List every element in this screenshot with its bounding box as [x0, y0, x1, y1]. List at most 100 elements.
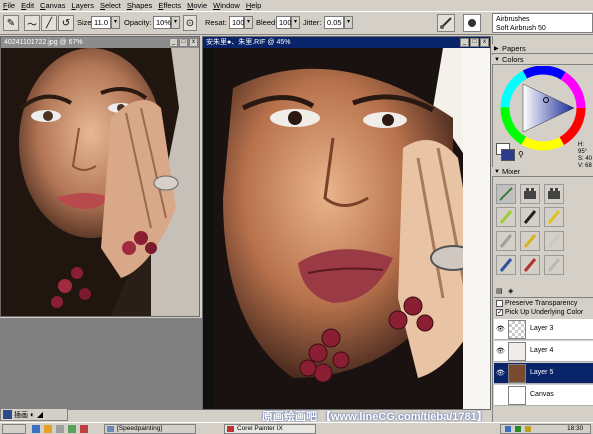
reference-photo [1, 48, 199, 316]
primary-color-swatch[interactable] [501, 149, 515, 161]
stylus-icon[interactable]: ⊙ [183, 15, 197, 31]
resat-dropdown[interactable]: ▾ [244, 16, 253, 29]
opacity-field[interactable]: 10% [153, 16, 171, 29]
stroke-type-straight-icon[interactable]: ╱ [41, 15, 57, 31]
papers-palette-header[interactable]: ▶ Papers [492, 44, 593, 54]
mixer-pencil-black-icon[interactable] [520, 207, 540, 227]
mixer-pencil-blue-icon[interactable] [496, 255, 516, 275]
maximize-icon[interactable]: □ [179, 38, 188, 47]
eye-icon[interactable] [496, 391, 505, 400]
pick-up-underlying-checkbox[interactable]: ✓ [496, 309, 503, 316]
moon-icon[interactable]: ◐ [30, 410, 35, 419]
opacity-dropdown[interactable]: ▾ [171, 16, 180, 29]
expand-arrow-icon: ▼ [494, 57, 500, 63]
size-dropdown[interactable]: ▾ [111, 16, 120, 29]
quicklaunch-folder-icon[interactable] [44, 425, 52, 433]
menu-movie[interactable]: Movie [184, 0, 210, 11]
mixer-pencil-grey-icon[interactable] [496, 231, 516, 251]
layer-thumbnail [508, 320, 526, 339]
colors-palette-header[interactable]: ▼ Colors [492, 55, 593, 65]
size-field[interactable]: 11.0 [91, 16, 111, 29]
mixer-mix-color-icon[interactable] [544, 184, 564, 204]
bleed-dropdown[interactable]: ▾ [291, 16, 300, 29]
expand-arrow-icon: ▼ [494, 169, 500, 175]
mixer-pencil-silver-icon[interactable] [544, 231, 564, 251]
quicklaunch-desktop-icon[interactable] [56, 425, 64, 433]
menu-window[interactable]: Window [210, 0, 243, 11]
layer-row[interactable]: 👁 Layer 4 [494, 341, 593, 362]
stroke-type-freehand-icon[interactable]: 〜 [24, 15, 40, 31]
painting-window-title[interactable]: 安朱里●、朱里.RIF @ 45% [203, 37, 490, 48]
menu-bar: File Edit Canvas Layers Select Shapes Ef… [0, 0, 593, 11]
mixer-dirty-brush-icon[interactable] [496, 184, 516, 204]
clone-color-icon[interactable]: ⚲ [518, 150, 528, 160]
layer-thumbnail [508, 386, 526, 405]
mixer-palette-header[interactable]: ▼ Mixer [492, 167, 593, 177]
eye-icon[interactable]: 👁 [496, 347, 505, 356]
mixer-apply-color-icon[interactable] [520, 184, 540, 204]
mixer-pencil-gold-icon[interactable] [520, 231, 540, 251]
menu-help[interactable]: Help [243, 0, 264, 11]
status-icon [3, 410, 12, 419]
bleed-field[interactable]: 100 [276, 16, 292, 29]
pick-up-underlying-label: Pick Up Underlying Color [505, 309, 584, 316]
quicklaunch-app2-icon[interactable] [80, 425, 88, 433]
menu-canvas[interactable]: Canvas [37, 0, 68, 11]
maximize-icon[interactable]: □ [470, 38, 479, 47]
reset-tool-icon[interactable]: ↺ [58, 15, 74, 31]
clock[interactable]: 18:30 [567, 425, 583, 433]
tray-volume-icon[interactable] [515, 426, 521, 432]
status-label: 插画 [14, 411, 28, 419]
mixer-pencil-red-icon[interactable] [520, 255, 540, 275]
layer-name: Layer 4 [530, 347, 554, 354]
menu-file[interactable]: File [0, 0, 18, 11]
mixer-pencil-green-icon[interactable] [496, 207, 516, 227]
jitter-label: Jitter: [303, 18, 322, 27]
layers-toolbar: ▤ ◈ [494, 286, 593, 298]
close-icon[interactable]: x [189, 38, 198, 47]
quicklaunch-app-icon[interactable] [68, 425, 76, 433]
tray-app-icon[interactable] [525, 426, 531, 432]
close-icon[interactable]: x [480, 38, 489, 47]
preserve-transparency-option[interactable]: Preserve Transparency [496, 300, 577, 307]
reference-image-window: 40241101722.jpg @ 67% _ □ x [0, 36, 200, 317]
menu-effects[interactable]: Effects [155, 0, 184, 11]
brush-dab-preview-icon[interactable] [463, 14, 481, 32]
resat-field[interactable]: 100 [229, 16, 245, 29]
jitter-field[interactable]: 0.05 [324, 16, 344, 29]
pick-up-underlying-option[interactable]: ✓ Pick Up Underlying Color [496, 309, 583, 316]
quicklaunch-ie-icon[interactable] [32, 425, 40, 433]
tray-network-icon[interactable] [505, 426, 511, 432]
menu-shapes[interactable]: Shapes [124, 0, 155, 11]
lock-icon[interactable]: ◢ [37, 410, 43, 419]
brush-variant-name: Soft Airbrush 50 [496, 25, 546, 32]
start-button[interactable] [2, 424, 26, 434]
layer-dynamic-plugins-icon[interactable]: ◈ [508, 287, 518, 296]
jitter-dropdown[interactable]: ▾ [344, 16, 353, 29]
brush-selector[interactable]: Airbrushes Soft Airbrush 50 [492, 13, 593, 33]
menu-edit[interactable]: Edit [18, 0, 37, 11]
mixer-pencil-lightgrey-icon[interactable] [544, 255, 564, 275]
mixer-pencil-yellow-icon[interactable] [544, 207, 564, 227]
layer-row[interactable]: 👁 Layer 3 [494, 319, 593, 340]
status-panel: 插画 ◐ ◢ [0, 408, 68, 421]
menu-select[interactable]: Select [97, 0, 124, 11]
brush-category-icon[interactable] [437, 14, 455, 32]
collapse-arrow-icon: ▶ [494, 46, 499, 52]
layer-commands-icon[interactable]: ▤ [496, 287, 506, 296]
window-icon [107, 426, 114, 432]
eye-icon[interactable]: 👁 [496, 325, 505, 334]
layer-thumbnail [508, 342, 526, 361]
layer-name: Canvas [530, 391, 554, 398]
painting-canvas[interactable] [203, 48, 490, 409]
brush-tool-icon[interactable]: ✎ [3, 15, 19, 31]
taskbar-button-painter[interactable]: Corel Painter IX [224, 424, 316, 434]
layer-row[interactable]: Canvas [494, 385, 593, 406]
taskbar-button-speedpainting[interactable]: [Speedpainting] [104, 424, 196, 434]
minimize-icon[interactable]: _ [169, 38, 178, 47]
layer-row-selected[interactable]: 👁 Layer 5 [494, 363, 593, 384]
menu-layers[interactable]: Layers [68, 0, 97, 11]
eye-icon[interactable]: 👁 [496, 369, 505, 378]
preserve-transparency-checkbox[interactable] [496, 300, 503, 307]
minimize-icon[interactable]: _ [460, 38, 469, 47]
